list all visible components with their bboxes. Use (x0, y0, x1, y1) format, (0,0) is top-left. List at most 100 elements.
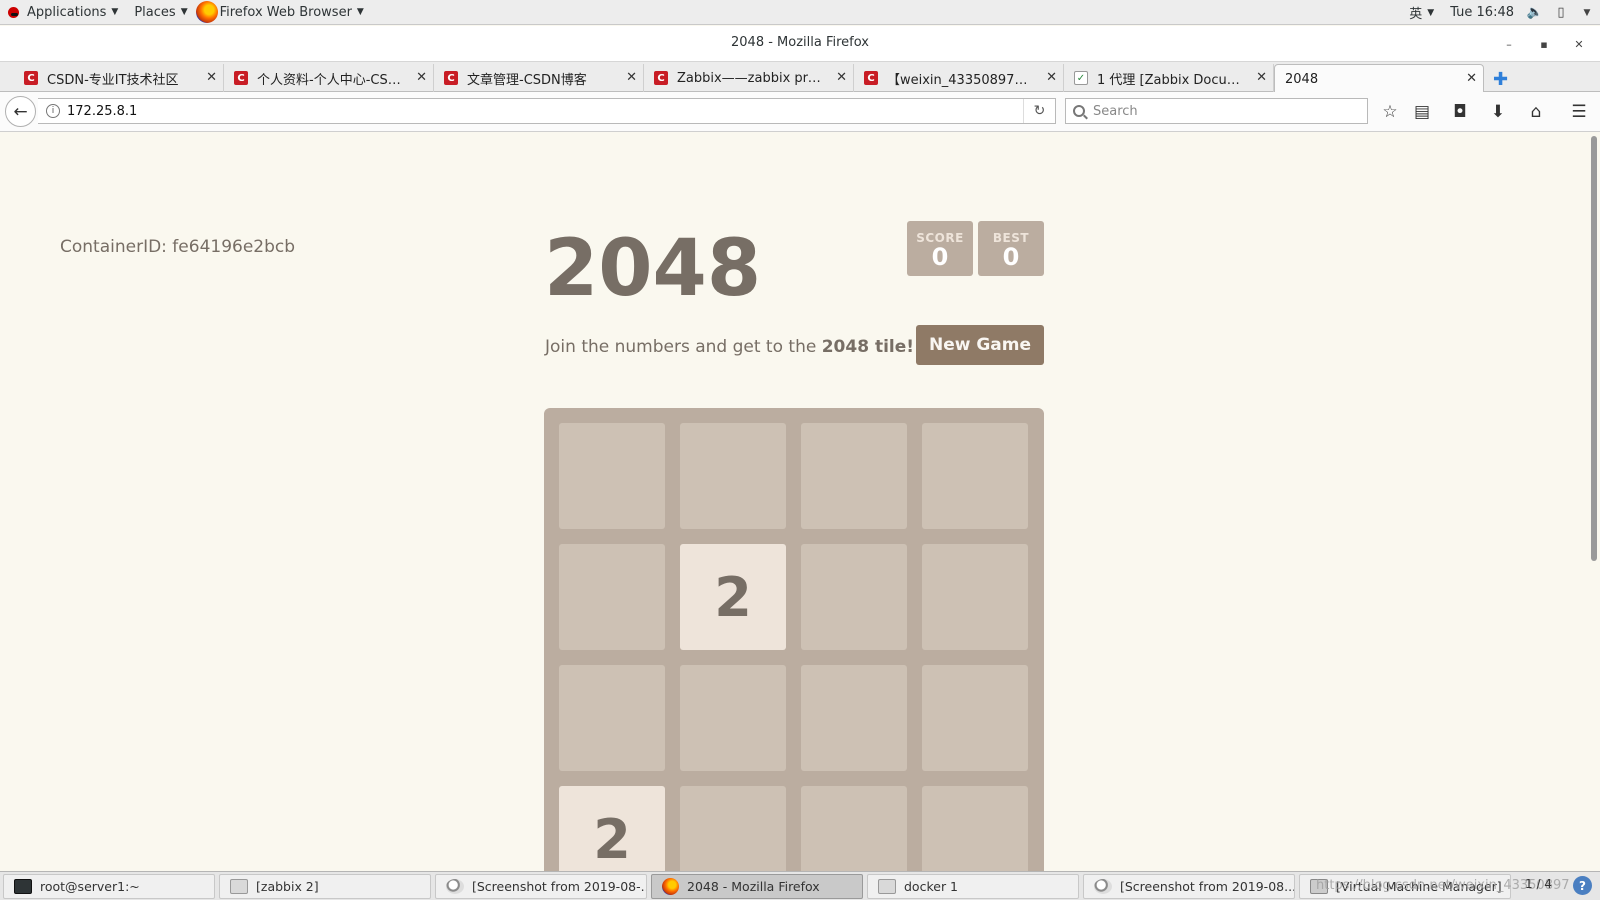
grid-cell (801, 544, 907, 650)
tab-close-icon[interactable]: ✕ (416, 70, 427, 85)
firefox-icon (195, 1, 218, 23)
taskbar-item-docker[interactable]: docker 1 (867, 874, 1079, 899)
active-app-menu[interactable]: Firefox Web Browser ▼ (195, 0, 372, 25)
csdn-favicon-icon: C (24, 71, 38, 85)
minimize-icon[interactable]: – (1498, 34, 1520, 54)
input-method-label: 英 (1409, 7, 1423, 22)
pocket-icon[interactable]: ◘ (1448, 100, 1472, 124)
screenshot-icon (446, 879, 464, 894)
tab-close-icon[interactable]: ✕ (626, 70, 637, 85)
taskbar-item-label: docker 1 (904, 879, 959, 894)
input-method-indicator[interactable]: 英 ▼ (1401, 0, 1442, 25)
gnome-top-panel: Applications ▼ Places ▼ Firefox Web Brow… (0, 0, 1600, 25)
csdn-favicon-icon: C (234, 71, 248, 85)
best-box: BEST 0 (978, 221, 1044, 276)
chevron-down-icon: ▼ (180, 7, 188, 17)
taskbar-item-firefox[interactable]: 2048 - Mozilla Firefox (651, 874, 863, 899)
tab-strip: C CSDN-专业IT技术社区 ✕ C 个人资料-个人中心-CSDN ✕ C 文… (0, 62, 1600, 93)
window-title: 2048 - Mozilla Firefox (731, 35, 869, 50)
grid-cell (801, 665, 907, 771)
terminal-icon (14, 879, 32, 894)
page-content: ContainerID: fe64196e2bcb 2048 SCORE 0 B… (0, 133, 1600, 871)
grid-cell (922, 665, 1028, 771)
reload-icon[interactable]: ↻ (1023, 99, 1055, 123)
window-titlebar: 2048 - Mozilla Firefox – ▪ ✕ (0, 26, 1600, 62)
taskbar-item-label: [Screenshot from 2019-08-... (472, 879, 647, 894)
active-app-label: Firefox Web Browser (219, 4, 352, 20)
chevron-down-icon: ▼ (111, 7, 119, 17)
battery-icon[interactable]: ▯ (1548, 0, 1574, 25)
csdn-favicon-icon: C (654, 71, 668, 85)
tab-close-icon[interactable]: ✕ (1046, 70, 1057, 85)
new-game-button[interactable]: New Game (916, 325, 1044, 365)
help-icon[interactable]: ? (1573, 876, 1592, 895)
url-bar[interactable]: i 172.25.8.1 ↻ (38, 98, 1056, 124)
tab-label: CSDN-专业IT技术社区 (47, 72, 179, 88)
csdn-favicon-icon: C (444, 71, 458, 85)
intro-text-bold: 2048 tile! (821, 337, 915, 357)
intro-text: Join the numbers and get to the 2048 til… (545, 337, 914, 357)
maximize-icon[interactable]: ▪ (1533, 34, 1555, 54)
places-label: Places (134, 4, 176, 20)
tab-csdn-articles[interactable]: C 文章管理-CSDN博客 ✕ (434, 64, 644, 92)
tab-weixin-blog[interactable]: C 【weixin_43350897的... ✕ (854, 64, 1064, 92)
tab-csdn-profile[interactable]: C 个人资料-个人中心-CSDN ✕ (224, 64, 434, 92)
reading-list-icon[interactable]: ▤ (1410, 100, 1434, 124)
tab-close-icon[interactable]: ✕ (1256, 70, 1267, 85)
tab-label: 【weixin_43350897的... (887, 72, 1037, 88)
places-menu[interactable]: Places ▼ (126, 0, 195, 25)
container-id-label: ContainerID: fe64196e2bcb (60, 237, 296, 257)
navigation-toolbar: ← i 172.25.8.1 ↻ Search ☆ ▤ ◘ ⬇ ⌂ ☰ (0, 92, 1600, 132)
score-box: SCORE 0 (907, 221, 973, 276)
taskbar-item-label: [Screenshot from 2019-08... (1120, 879, 1295, 894)
tab-csdn-home[interactable]: C CSDN-专业IT技术社区 ✕ (0, 64, 224, 92)
taskbar-item-zabbix[interactable]: [zabbix 2] (219, 874, 431, 899)
grid-cell (922, 786, 1028, 871)
search-input[interactable]: Search (1065, 98, 1368, 124)
back-button[interactable]: ← (5, 96, 36, 127)
grid-cell (559, 665, 665, 771)
chevron-down-icon: ▼ (1427, 7, 1435, 18)
system-tray: 英 ▼ Tue 16:48 🔈 ▯ ▼ (1401, 0, 1600, 25)
site-info-icon[interactable]: i (46, 104, 60, 118)
grid-cell (680, 423, 786, 529)
clock[interactable]: Tue 16:48 (1442, 0, 1522, 25)
tab-close-icon[interactable]: ✕ (206, 70, 217, 85)
tab-close-icon[interactable]: ✕ (1466, 71, 1477, 86)
best-value: 0 (1002, 243, 1020, 271)
tab-zabbix-proxy[interactable]: C Zabbix——zabbix proxy... ✕ (644, 64, 854, 92)
game-board[interactable]: 2 2 (544, 408, 1044, 871)
download-icon[interactable]: ⬇ (1486, 100, 1510, 124)
vertical-scrollbar[interactable] (1588, 133, 1600, 871)
bookmark-star-icon[interactable]: ☆ (1378, 100, 1402, 124)
taskbar-item-label: [zabbix 2] (256, 879, 319, 894)
grid-cell (680, 786, 786, 871)
tile-2: 2 (559, 786, 665, 871)
workspace-switcher[interactable]: 1 / 4 (1525, 877, 1552, 891)
url-text[interactable]: 172.25.8.1 (67, 104, 137, 119)
taskbar-item-terminal[interactable]: root@server1:~ (3, 874, 215, 899)
grid-cell (922, 544, 1028, 650)
taskbar-item-screenshot-2[interactable]: [Screenshot from 2019-08... (1083, 874, 1295, 899)
hamburger-menu-icon[interactable]: ☰ (1567, 100, 1591, 124)
taskbar-item-label: root@server1:~ (40, 879, 140, 894)
tab-label: 2048 (1285, 71, 1319, 87)
applications-label: Applications (27, 4, 107, 20)
home-icon[interactable]: ⌂ (1524, 100, 1548, 124)
tab-close-icon[interactable]: ✕ (836, 70, 847, 85)
new-tab-icon[interactable]: ✚ (1493, 69, 1508, 90)
tab-zabbix-docs[interactable]: ✓ 1 代理 [Zabbix Documen... ✕ (1064, 64, 1274, 92)
close-window-icon[interactable]: ✕ (1568, 34, 1590, 54)
grid-cell (559, 544, 665, 650)
search-icon (1073, 105, 1085, 117)
volume-icon[interactable]: 🔈 (1522, 0, 1548, 25)
grid-cell (801, 423, 907, 529)
screenshot-icon (1094, 879, 1112, 894)
system-menu-chevron-icon[interactable]: ▼ (1574, 0, 1600, 25)
applications-menu[interactable]: Applications ▼ (0, 0, 126, 25)
taskbar-item-screenshot-1[interactable]: [Screenshot from 2019-08-... (435, 874, 647, 899)
grid-cell (680, 665, 786, 771)
tab-2048[interactable]: 2048 ✕ (1274, 64, 1484, 93)
taskbar-item-label: 2048 - Mozilla Firefox (687, 879, 820, 894)
scrollbar-thumb[interactable] (1591, 136, 1597, 561)
